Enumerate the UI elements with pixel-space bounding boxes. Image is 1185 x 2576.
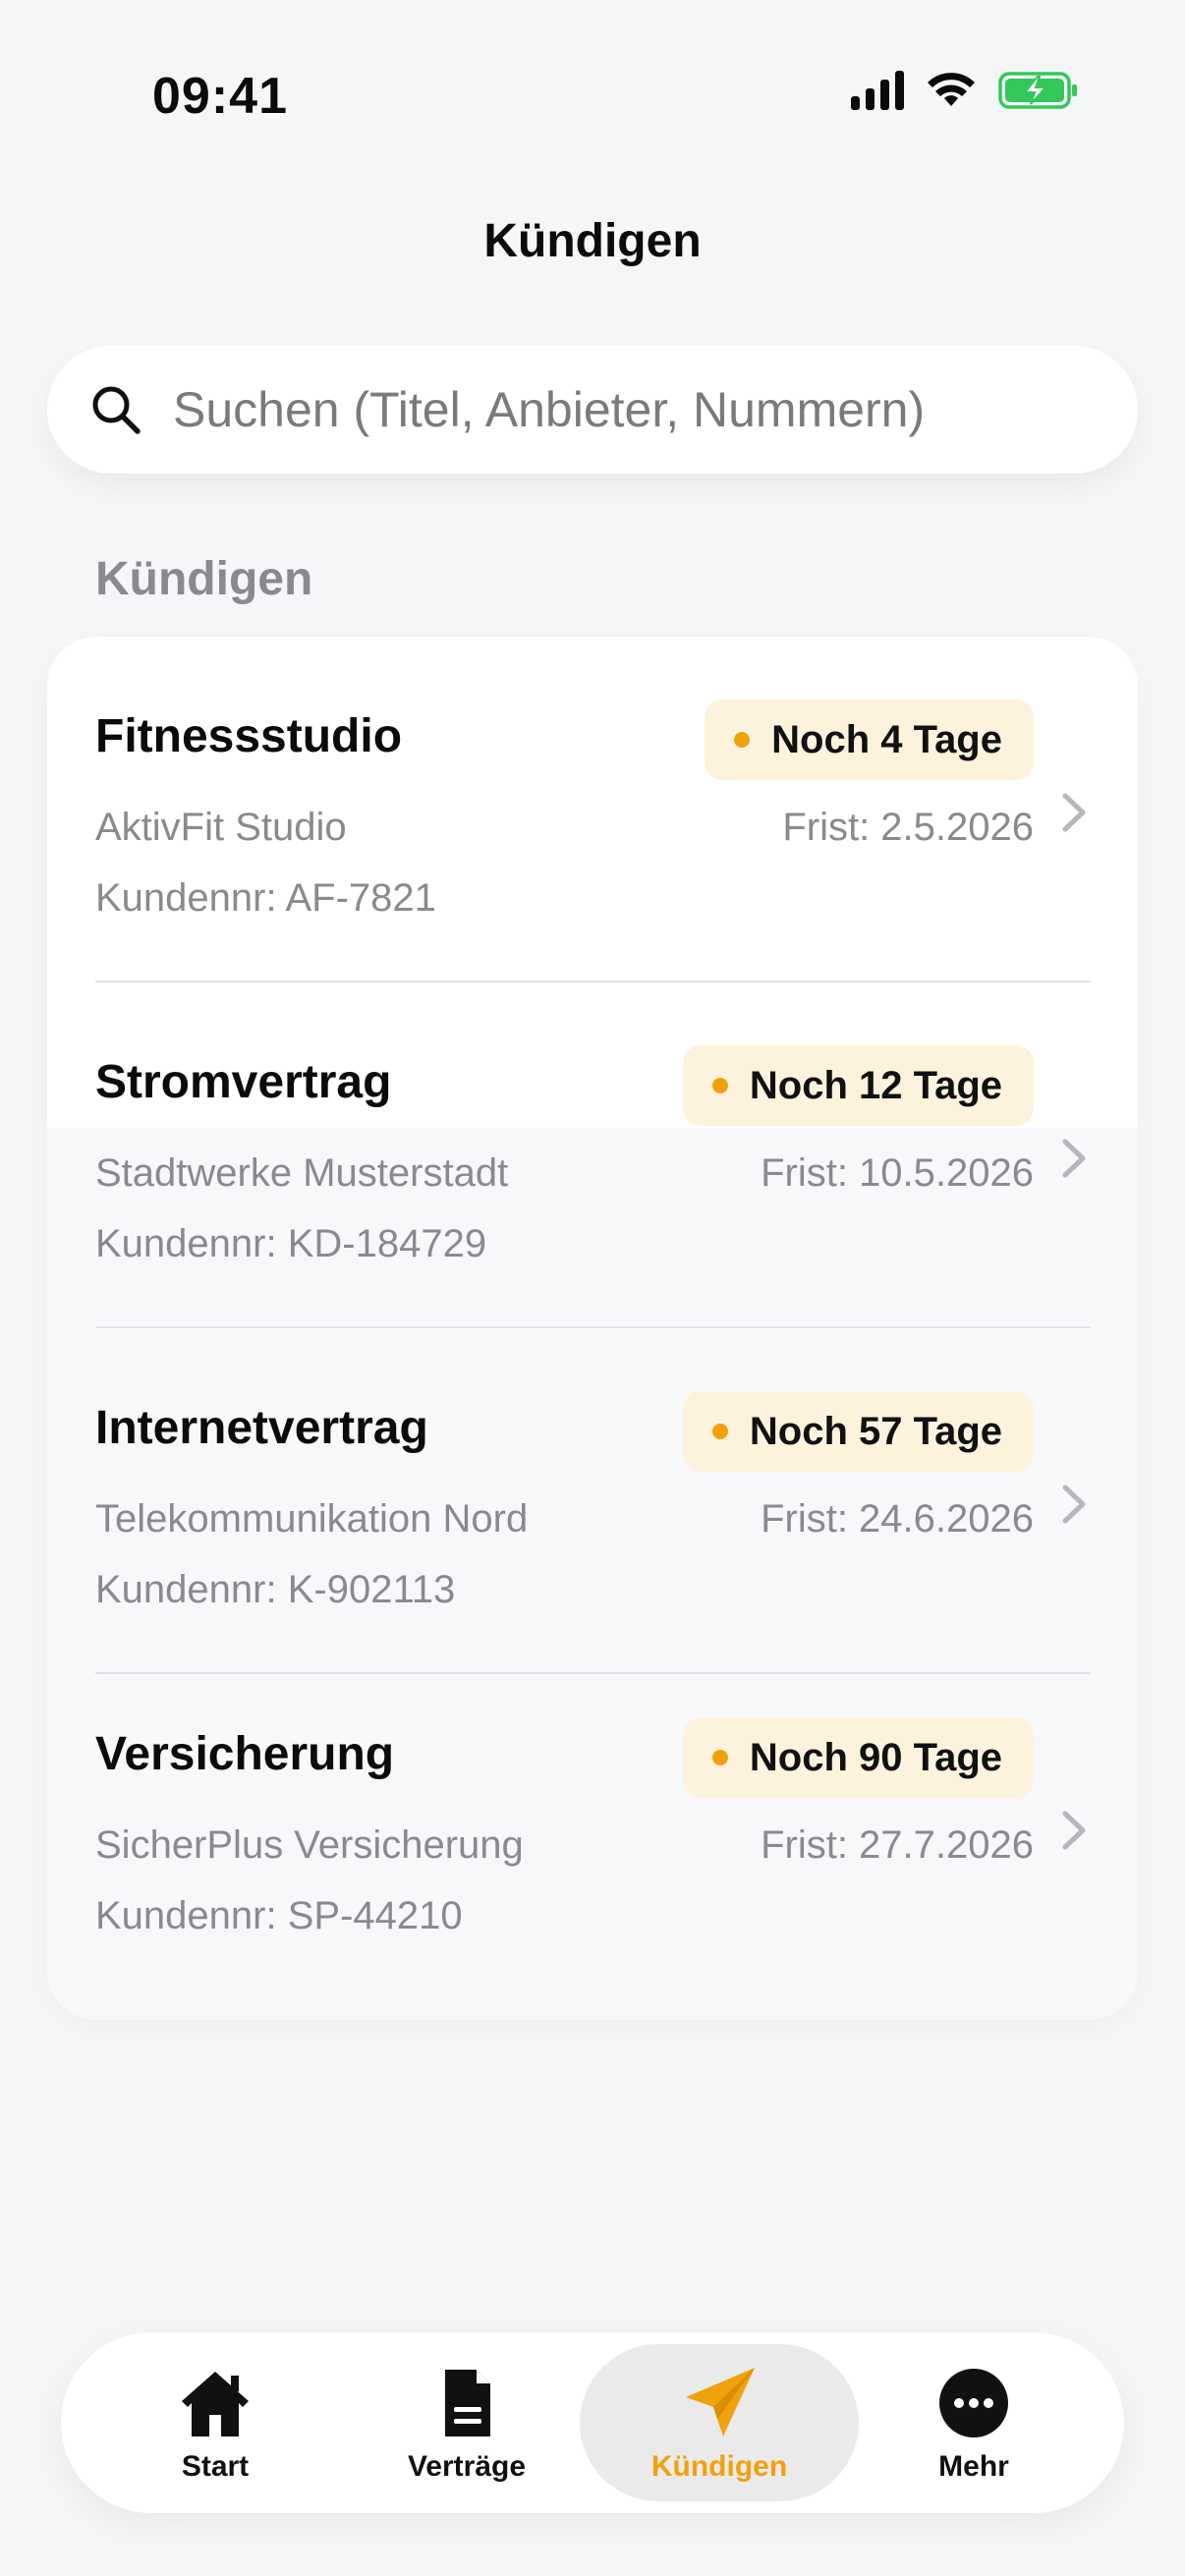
deadline-badge: Noch 57 Tage [682,1391,1034,1472]
deadline-badge: Noch 12 Tage [682,1045,1034,1126]
tab-bar: Start Verträge Kündigen Mehr [61,2332,1124,2513]
badge-label: Noch 57 Tage [749,1409,1002,1453]
section-title: Kündigen [95,553,313,605]
contract-customer-number: Kundennr: K-902113 [95,1568,456,1611]
search-input[interactable] [173,381,1077,438]
contract-title: Stromvertrag [95,1056,392,1108]
tab-label: Mehr [938,2450,1009,2483]
contract-title: Internetvertrag [95,1402,428,1454]
page-title: Kündigen [483,215,702,267]
status-dot-icon [711,1750,728,1765]
tab-label: Start [181,2450,250,2483]
deadline-badge: Noch 90 Tage [682,1717,1034,1798]
contract-row-internetvertrag[interactable]: Internetvertrag Noch 57 Tage Telekommuni… [47,1328,1138,1674]
contract-provider: Telekommunikation Nord [95,1497,529,1540]
status-dot-icon [711,1078,728,1093]
wifi-icon [928,73,975,106]
contract-provider: AktivFit Studio [95,806,347,849]
badge-label: Noch 12 Tage [749,1063,1002,1107]
tab-label: Kündigen [650,2450,788,2483]
contract-row-stromvertrag[interactable]: Stromvertrag Noch 12 Tage Stadtwerke Mus… [47,982,1138,1328]
chevron-right-icon [1062,1139,1086,1178]
contract-list: Fitnessstudio Noch 4 Tage AktivFit Studi… [47,637,1138,2020]
contract-title: Versicherung [95,1728,395,1780]
contract-deadline: Frist: 27.7.2026 [761,1823,1034,1867]
contract-row-fitnessstudio[interactable]: Fitnessstudio Noch 4 Tage AktivFit Studi… [47,637,1138,982]
contract-customer-number: Kundennr: SP-44210 [95,1894,463,1937]
contract-provider: SicherPlus Versicherung [95,1823,524,1867]
tab-label: Verträge [407,2450,527,2483]
status-time: 09:41 [152,68,288,125]
paper-plane-icon [686,2368,755,2436]
tab-start[interactable]: Start [88,2344,342,2501]
tab-vertraege[interactable]: Verträge [340,2344,593,2501]
status-dot-icon [734,732,751,748]
badge-label: Noch 4 Tage [771,717,1002,761]
contract-deadline: Frist: 10.5.2026 [761,1151,1034,1195]
status-icons [851,71,1079,110]
chevron-right-icon [1062,1811,1086,1850]
home-icon [182,2372,249,2436]
badge-label: Noch 90 Tage [749,1735,1002,1779]
contract-customer-number: Kundennr: KD-184729 [95,1222,487,1265]
contract-provider: Stadtwerke Musterstadt [95,1151,509,1195]
contract-customer-number: Kundennr: AF-7821 [95,876,436,920]
tab-mehr[interactable]: Mehr [847,2344,1100,2501]
deadline-badge: Noch 4 Tage [705,700,1034,780]
tab-kuendigen[interactable]: Kündigen [580,2344,859,2501]
chevron-right-icon [1062,1484,1086,1524]
contract-deadline: Frist: 2.5.2026 [782,806,1034,849]
more-icon [939,2369,1008,2437]
chevron-right-icon [1062,793,1086,832]
battery-charging-icon [998,72,1077,109]
search-bar[interactable] [47,346,1138,474]
status-dot-icon [711,1424,728,1439]
contract-row-versicherung[interactable]: Versicherung Noch 90 Tage SicherPlus Ver… [47,1654,1138,2000]
contract-deadline: Frist: 24.6.2026 [761,1497,1034,1540]
cellular-signal-icon [851,71,904,110]
search-icon [92,386,141,434]
document-icon [445,2370,490,2436]
status-bar: 09:41 [0,0,1185,196]
contract-title: Fitnessstudio [95,710,403,762]
